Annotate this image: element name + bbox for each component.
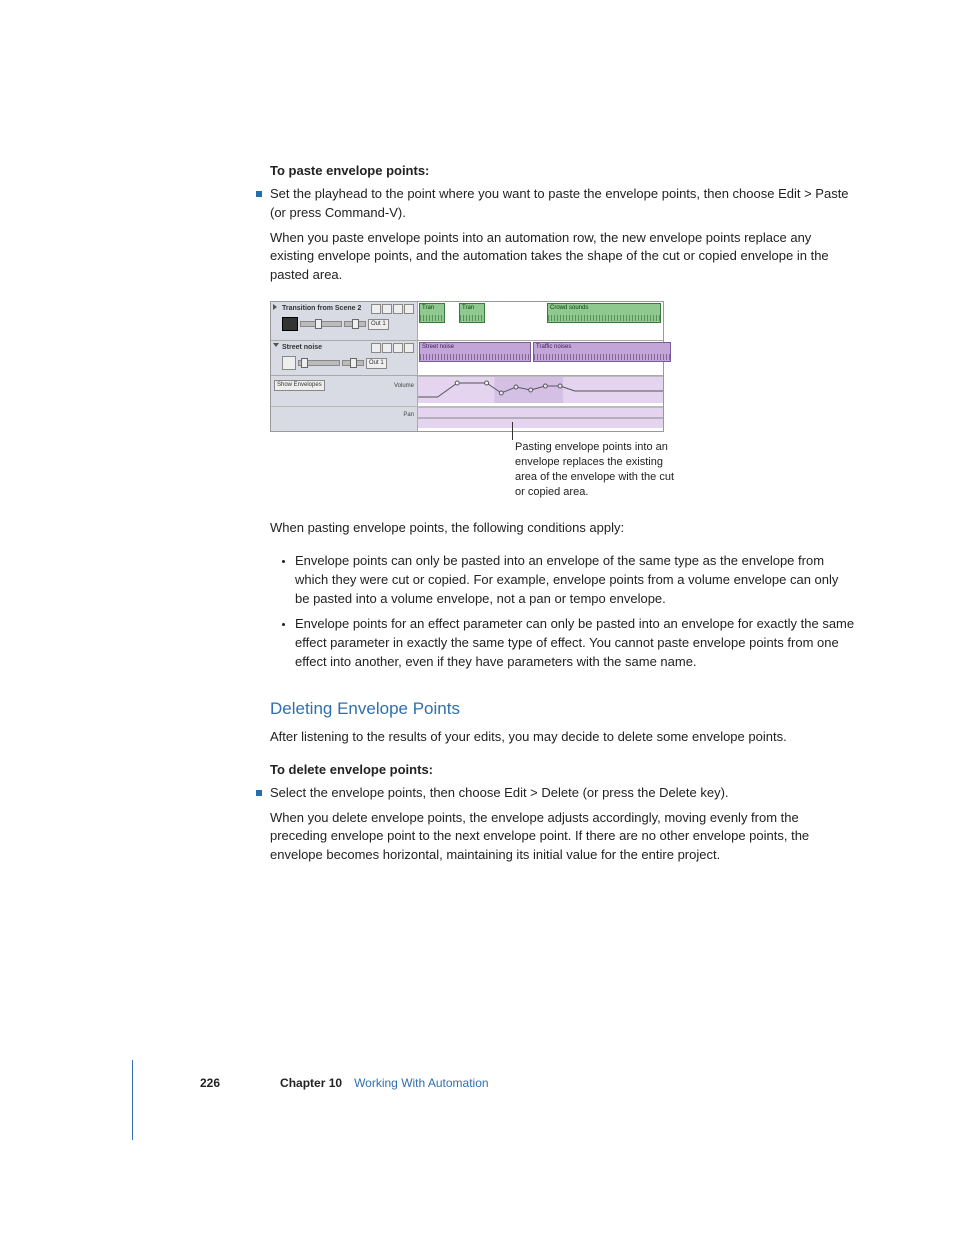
pan-slider <box>342 360 364 366</box>
track-thumb-icon <box>282 317 298 331</box>
mute-icon <box>382 343 392 353</box>
bullet-dot-icon <box>282 560 285 563</box>
condition-2: Envelope points for an effect parameter … <box>295 615 855 672</box>
volume-slider <box>300 321 342 327</box>
pan-envelope <box>418 408 663 428</box>
margin-rule <box>132 1060 133 1140</box>
audio-clip: Tran <box>419 303 445 323</box>
list-item: Set the playhead to the point where you … <box>270 185 855 223</box>
list-item: Select the envelope points, then choose … <box>270 784 855 803</box>
audio-clip: Traffic noises <box>533 342 671 362</box>
volume-label: Volume <box>394 382 414 391</box>
disclosure-down-icon <box>273 343 279 347</box>
chapter-title: Working With Automation <box>354 1075 489 1092</box>
volume-slider <box>298 360 340 366</box>
show-envelopes-button: Show Envelopes <box>274 380 325 391</box>
audio-clip: Street noise <box>419 342 531 362</box>
heading-paste: To paste envelope points: <box>270 162 855 181</box>
paragraph: When pasting envelope points, the follow… <box>270 519 855 538</box>
page-number: 226 <box>200 1075 220 1092</box>
record-icon <box>371 343 381 353</box>
delete-instruction: Select the envelope points, then choose … <box>270 784 729 803</box>
output-selector: Out 1 <box>366 358 387 369</box>
mute-icon <box>382 304 392 314</box>
heading-delete: To delete envelope points: <box>270 761 855 780</box>
paragraph: When you paste envelope points into an a… <box>270 229 855 286</box>
headphone-icon <box>404 304 414 314</box>
pan-slider <box>344 321 366 327</box>
solo-icon <box>393 304 403 314</box>
screenshot-figure: Transition from Scene 2 Out 1 Tran Tra <box>270 301 664 432</box>
condition-1: Envelope points can only be pasted into … <box>295 552 855 609</box>
page-footer: 226 Chapter 10 Working With Automation <box>200 1075 800 1092</box>
bullet-dot-icon <box>282 623 285 626</box>
track-thumb-icon <box>282 356 296 370</box>
callout-line-icon <box>512 422 513 440</box>
audio-clip: Crowd sounds <box>547 303 661 323</box>
headphone-icon <box>404 343 414 353</box>
paragraph: After listening to the results of your e… <box>270 728 855 747</box>
bullet-square-icon <box>256 191 262 197</box>
paragraph: When you delete envelope points, the env… <box>270 809 855 866</box>
solo-icon <box>393 343 403 353</box>
audio-clip: Tran <box>459 303 485 323</box>
bullet-square-icon <box>256 790 262 796</box>
record-icon <box>371 304 381 314</box>
figure-caption: Pasting envelope points into an envelope… <box>515 440 675 499</box>
pan-label: Pan <box>403 411 414 420</box>
output-selector: Out 1 <box>368 319 389 330</box>
section-heading: Deleting Envelope Points <box>270 697 855 722</box>
list-item: Envelope points can only be pasted into … <box>270 552 855 609</box>
chapter-label: Chapter 10 <box>280 1075 342 1092</box>
disclosure-right-icon <box>273 304 277 310</box>
volume-envelope <box>418 377 663 403</box>
list-item: Envelope points for an effect parameter … <box>270 615 855 672</box>
paste-instruction: Set the playhead to the point where you … <box>270 185 855 223</box>
